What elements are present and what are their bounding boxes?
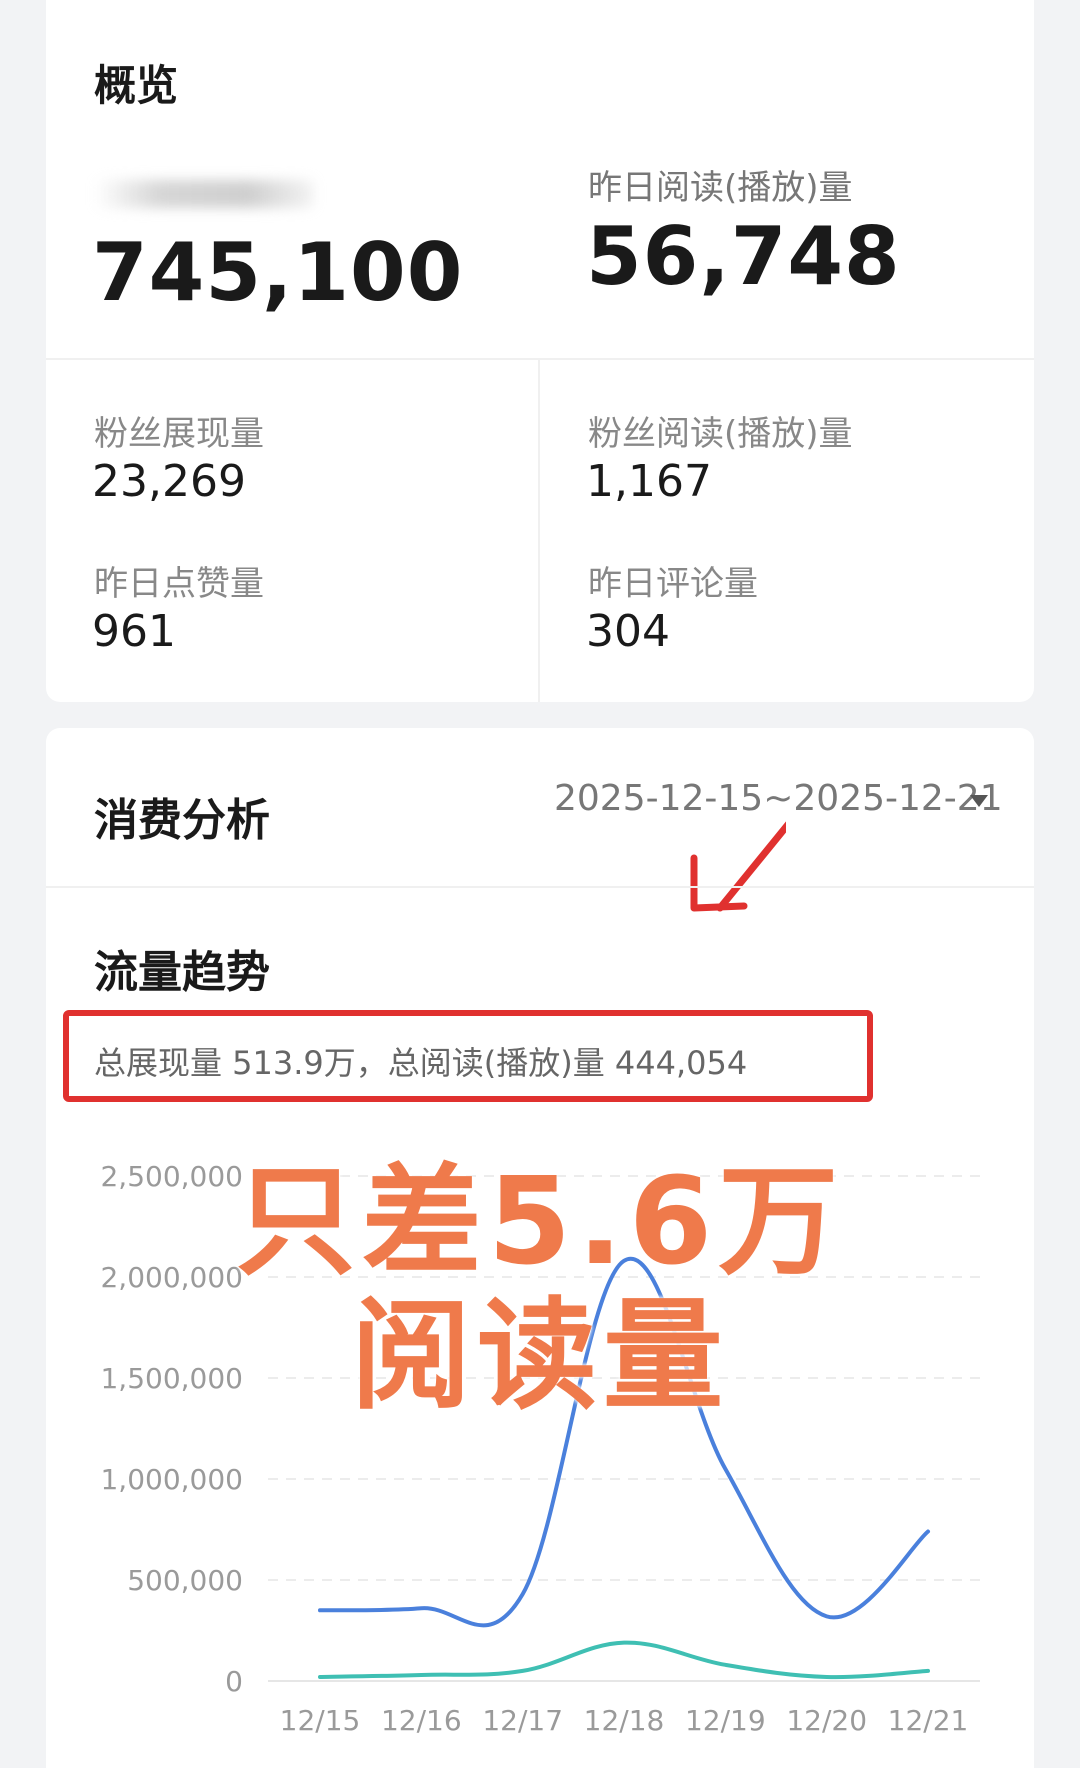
x-tick-label: 12/17 bbox=[482, 1704, 563, 1737]
x-tick-label: 12/20 bbox=[786, 1704, 867, 1737]
x-tick-label: 12/19 bbox=[685, 1704, 766, 1737]
x-tick-label: 12/21 bbox=[888, 1704, 969, 1737]
y-tick-label: 1,000,000 bbox=[100, 1463, 243, 1496]
x-tick-label: 12/18 bbox=[584, 1704, 665, 1737]
y-tick-label: 500,000 bbox=[127, 1564, 243, 1597]
x-tick-label: 12/15 bbox=[280, 1704, 361, 1737]
series-line-reads bbox=[318, 1640, 930, 1680]
y-tick-label: 0 bbox=[225, 1665, 243, 1698]
overlay-text-line2: 阅读量 bbox=[351, 1287, 729, 1426]
trend-chart: 2,500,0002,000,0001,500,0001,000,000500,… bbox=[100, 1160, 980, 1737]
x-tick-label: 12/16 bbox=[381, 1704, 462, 1737]
